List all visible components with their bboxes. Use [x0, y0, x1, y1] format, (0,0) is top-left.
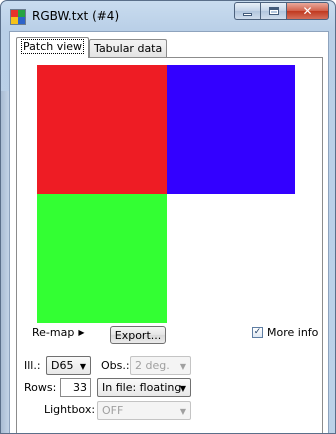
maximize-icon — [268, 7, 279, 15]
maximize-button[interactable] — [260, 2, 286, 20]
observer-select[interactable]: 2 deg. ▼ — [130, 356, 191, 375]
color-patch-blue[interactable] — [167, 65, 295, 194]
lightbox-select[interactable]: OFF ▼ — [97, 401, 191, 420]
triangle-right-icon: ▶ — [78, 328, 85, 337]
infile-select[interactable]: In file: floating ▼ — [97, 378, 191, 397]
color-patch-green[interactable] — [37, 194, 167, 323]
observer-label: Obs.: — [101, 359, 130, 372]
minimize-icon — [243, 12, 252, 16]
window-title: RGBW.txt (#4) — [32, 9, 120, 23]
close-button[interactable]: ✕ — [286, 2, 329, 20]
illuminant-label: Ill.: — [24, 359, 41, 372]
color-patch-red[interactable] — [37, 65, 167, 194]
window-side-frame — [1, 91, 9, 433]
title-bar[interactable]: RGBW.txt (#4) ✕ — [1, 1, 335, 31]
tab-strip: Patch view Tabular data — [16, 37, 168, 58]
remap-menu[interactable]: Re-map ▶ — [32, 326, 84, 339]
lightbox-label: Lightbox: — [44, 403, 96, 416]
tab-patch-view-label: Patch view — [21, 39, 85, 54]
tab-patch-view[interactable]: Patch view — [16, 37, 90, 58]
export-button[interactable]: Export... — [110, 326, 166, 344]
more-info-label: More info — [267, 326, 319, 339]
client-area: Patch view Tabular data Re-map ▶ Export.… — [9, 31, 329, 433]
tab-tabular-data[interactable]: Tabular data — [89, 39, 168, 58]
infile-value: In file: floating — [102, 381, 182, 394]
illuminant-value: D65 — [51, 359, 74, 372]
chevron-down-icon: ▼ — [79, 362, 86, 371]
checkmark-icon[interactable]: ✓ — [252, 327, 263, 338]
chevron-down-icon: ▼ — [179, 384, 186, 393]
app-window: RGBW.txt (#4) ✕ Patch view Tabular data — [0, 0, 336, 434]
tab-tabular-data-label: Tabular data — [94, 42, 163, 55]
lightbox-value: OFF — [102, 404, 124, 417]
rows-label: Rows: — [24, 381, 57, 394]
chevron-down-icon: ▼ — [179, 362, 186, 371]
caption-buttons: ✕ — [234, 2, 329, 20]
close-icon: ✕ — [302, 4, 313, 18]
chevron-down-icon: ▼ — [179, 407, 186, 416]
remap-label: Re-map — [32, 326, 75, 339]
observer-value: 2 deg. — [135, 359, 170, 372]
minimize-button[interactable] — [234, 2, 260, 20]
more-info-checkbox[interactable]: ✓ More info — [252, 326, 318, 339]
illuminant-select[interactable]: D65 ▼ — [46, 356, 91, 375]
app-color-squares-icon — [10, 9, 26, 25]
patch-view-panel: Re-map ▶ Export... ✓ More info Ill.: D65… — [16, 57, 323, 433]
rows-input[interactable]: 33 — [60, 378, 91, 397]
